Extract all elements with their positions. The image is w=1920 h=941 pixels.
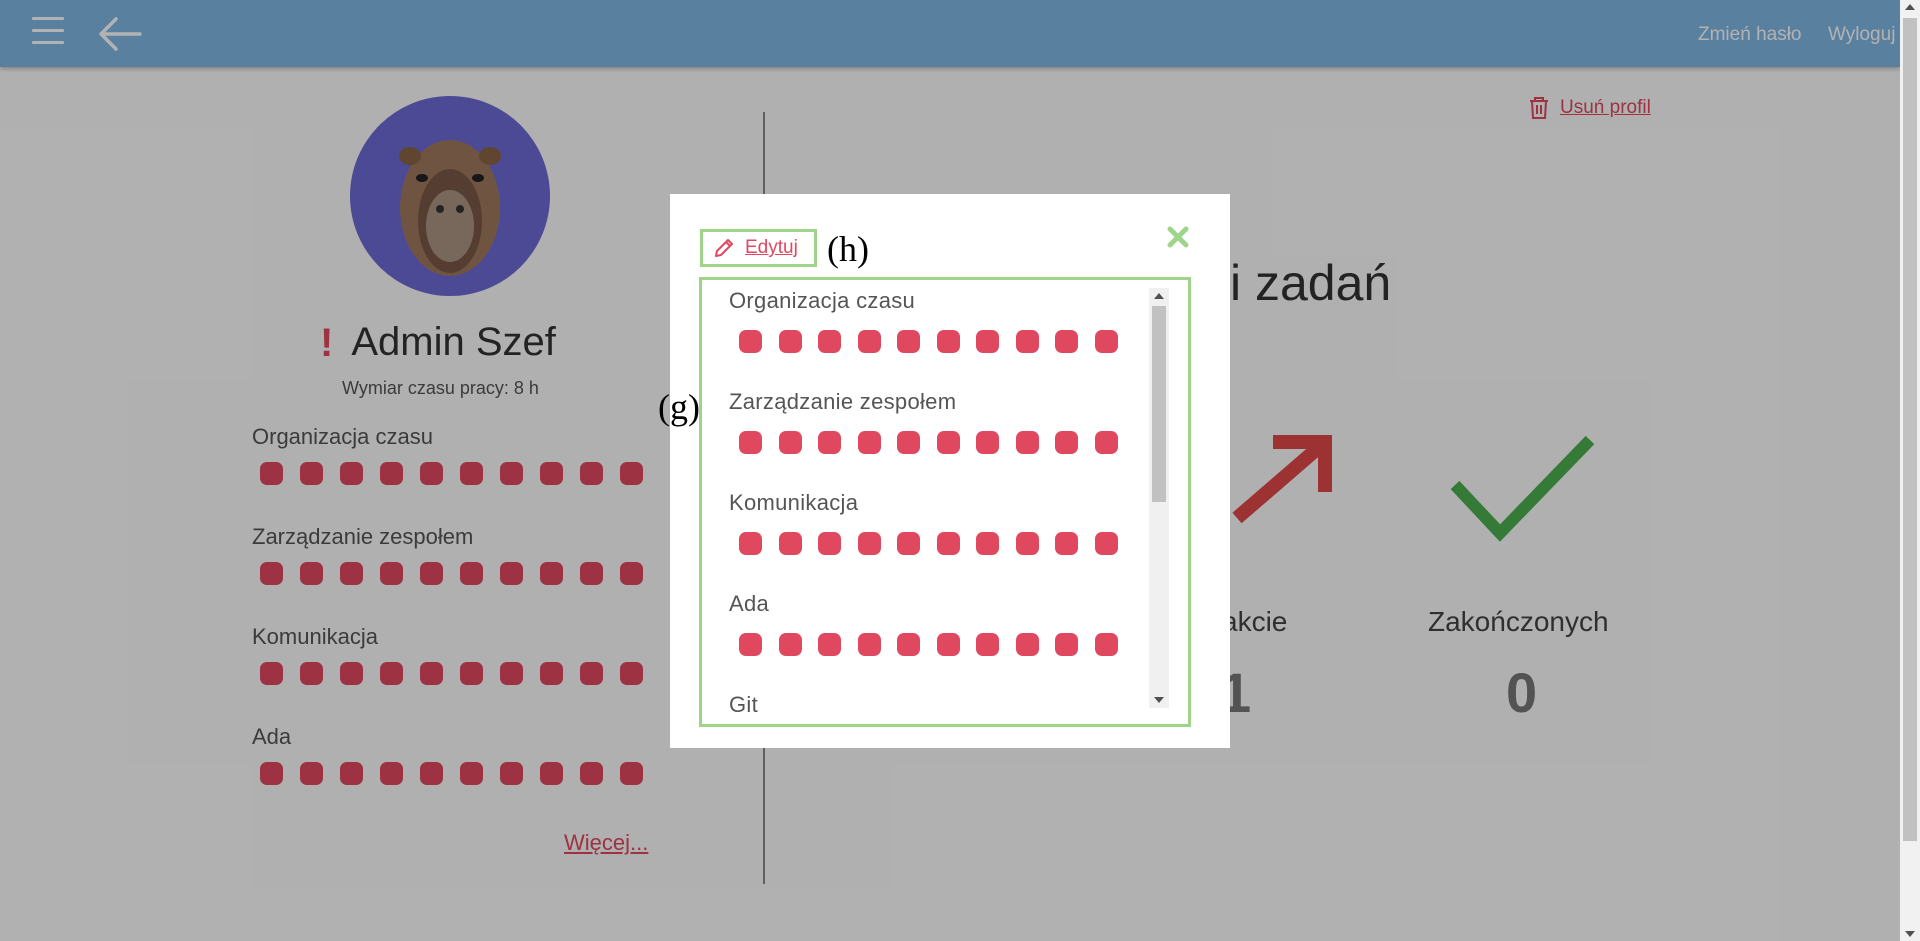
- skill-level-dot: [739, 633, 762, 656]
- scroll-up-icon[interactable]: [1149, 288, 1169, 304]
- modal-skills-list: Organizacja czasu Zarządzanie zespołem K…: [729, 288, 1149, 724]
- skill-level-dot: [857, 532, 881, 555]
- profile-page: Zmień hasło Wyloguj Usuń profil ! Admin …: [0, 0, 1900, 941]
- skill-level-dot: [857, 330, 881, 353]
- skill-level-dot: [778, 431, 802, 454]
- modal-scrollbar[interactable]: [1149, 288, 1169, 708]
- annotation-label-h: (h): [827, 229, 869, 269]
- skill-level-dot: [1055, 330, 1078, 353]
- skill-level-dot: [976, 633, 999, 656]
- skill-level-dot: [1015, 532, 1039, 555]
- skill-rating: [729, 532, 1149, 555]
- skill-level-dot: [897, 330, 920, 353]
- skill-level-dot: [1094, 633, 1118, 656]
- skill-level-dot: [818, 633, 841, 656]
- skill-rating: [729, 431, 1149, 454]
- skill-level-dot: [1094, 330, 1118, 353]
- skill-level-dot: [1015, 431, 1039, 454]
- skill-level-dot: [1094, 532, 1118, 555]
- skill-level-dot: [778, 532, 802, 555]
- skill-level-dot: [976, 330, 999, 353]
- skill-item: Ada: [729, 591, 1149, 692]
- skill-level-dot: [1015, 633, 1039, 656]
- skill-level-dot: [1015, 330, 1039, 353]
- scroll-down-icon[interactable]: [1149, 692, 1169, 708]
- skill-level-dot: [857, 431, 881, 454]
- skill-name: Komunikacja: [729, 490, 859, 515]
- skill-name: Ada: [729, 591, 770, 616]
- skill-rating: [729, 330, 1149, 353]
- skill-level-dot: [739, 330, 762, 353]
- skill-item: Git: [729, 692, 1149, 724]
- skill-level-dot: [739, 431, 762, 454]
- skill-level-dot: [1094, 431, 1118, 454]
- skill-level-dot: [818, 532, 841, 555]
- pencil-icon: [715, 239, 733, 257]
- modal-skills-box: Organizacja czasu Zarządzanie zespołem K…: [699, 277, 1191, 727]
- skill-level-dot: [936, 633, 960, 656]
- skill-level-dot: [818, 431, 841, 454]
- skill-level-dot: [897, 431, 920, 454]
- skill-name: Git: [729, 692, 759, 717]
- skill-level-dot: [778, 330, 802, 353]
- skill-level-dot: [1055, 431, 1078, 454]
- skill-level-dot: [1055, 532, 1078, 555]
- close-icon[interactable]: [1167, 226, 1189, 248]
- edit-button[interactable]: Edytuj: [700, 229, 817, 267]
- skill-level-dot: [976, 532, 999, 555]
- skill-rating: [729, 633, 1149, 656]
- skill-level-dot: [897, 532, 920, 555]
- scrollbar-thumb[interactable]: [1152, 306, 1166, 502]
- scroll-up-icon[interactable]: [1905, 4, 1915, 10]
- skill-level-dot: [936, 330, 960, 353]
- skill-level-dot: [818, 330, 841, 353]
- browser-scrollbar[interactable]: [1900, 0, 1920, 941]
- skill-level-dot: [739, 532, 762, 555]
- skill-item: Organizacja czasu: [729, 288, 1149, 389]
- skill-item: Zarządzanie zespołem: [729, 389, 1149, 490]
- scroll-down-icon[interactable]: [1905, 931, 1915, 937]
- skill-level-dot: [778, 633, 802, 656]
- annotation-label-g: (g): [658, 387, 700, 427]
- skill-level-dot: [897, 633, 920, 656]
- skill-name: Zarządzanie zespołem: [729, 389, 957, 414]
- scrollbar-thumb[interactable]: [1903, 18, 1917, 841]
- edit-button-label[interactable]: Edytuj: [745, 237, 798, 259]
- skill-level-dot: [976, 431, 999, 454]
- skill-level-dot: [936, 431, 960, 454]
- skill-level-dot: [857, 633, 881, 656]
- skill-level-dot: [936, 532, 960, 555]
- skill-name: Organizacja czasu: [729, 288, 916, 313]
- skill-item: Komunikacja: [729, 490, 1149, 591]
- skill-level-dot: [1055, 633, 1078, 656]
